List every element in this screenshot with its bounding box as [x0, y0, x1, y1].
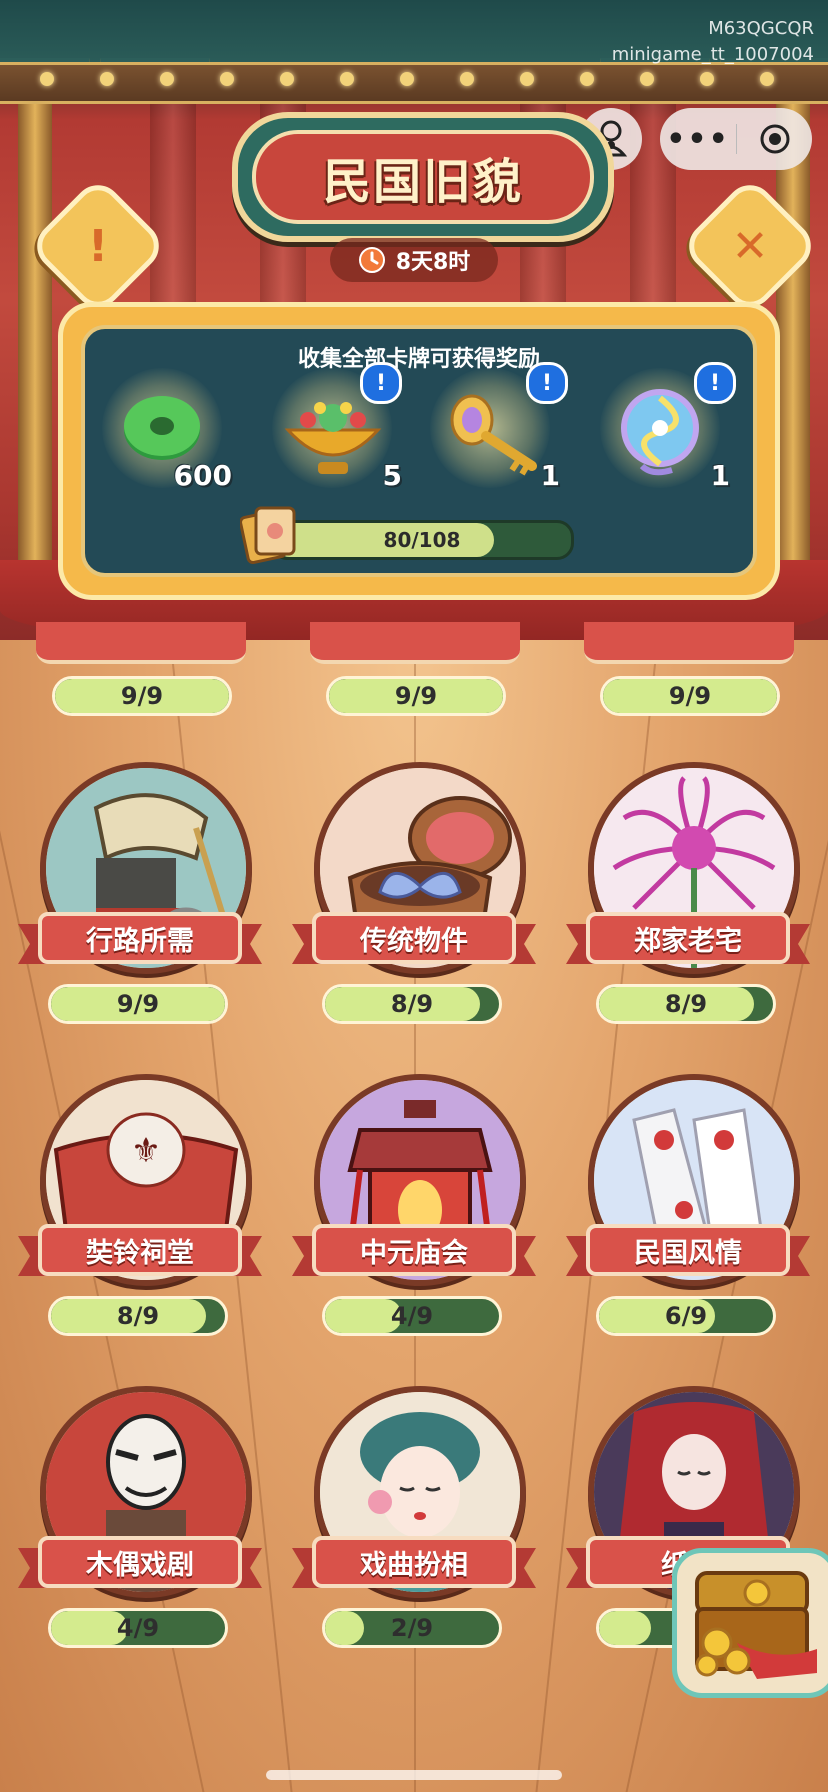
treasure-chest-icon: [695, 1571, 817, 1679]
category-card[interactable]: 中元庙会 4/9: [292, 1074, 536, 1374]
event-title: 民国旧貌: [322, 154, 523, 210]
reward-info-button[interactable]: !: [360, 362, 402, 404]
category-progress-text: 8/9: [116, 1302, 160, 1330]
reward-info-button[interactable]: !: [694, 362, 736, 404]
category-progress-text: 6/9: [664, 1302, 708, 1330]
category-progress-bar: 8/9: [48, 1296, 228, 1336]
category-progress-bar: 9/9: [48, 984, 228, 1024]
light-bulb: [520, 72, 534, 86]
category-progress-bar: 2/9: [322, 1608, 502, 1648]
light-bulb: [280, 72, 294, 86]
category-progress-text: 9/9: [668, 682, 712, 710]
home-indicator: [266, 1770, 562, 1780]
light-bulb: [220, 72, 234, 86]
event-title-plate: 民国旧貌: [232, 112, 614, 242]
target-icon: [760, 124, 789, 154]
treasure-chest-button[interactable]: [672, 1548, 828, 1698]
category-banner: 传统物件: [292, 912, 536, 968]
more-menu-button[interactable]: •••: [660, 122, 736, 157]
category-banner: 民国风情: [566, 1224, 810, 1280]
category-progress-bar: 6/9: [596, 1296, 776, 1336]
category-banner: 木偶戏剧: [18, 1536, 262, 1592]
category-name: 奘铃祠堂: [38, 1224, 242, 1276]
light-bulb: [580, 72, 594, 86]
reward-info-button[interactable]: !: [526, 362, 568, 404]
exclamation-icon: !: [87, 220, 109, 272]
light-bulb: [640, 72, 654, 86]
category-progress-text: 8/9: [664, 990, 708, 1018]
category-name: 戏曲扮相: [312, 1536, 516, 1588]
watermark-id: M63QGCQR: [708, 18, 814, 39]
category-progress-text: 8/9: [390, 990, 434, 1018]
category-progress-text: 9/9: [394, 682, 438, 710]
category-name: 民国风情: [586, 1224, 790, 1276]
light-bulb: [760, 72, 774, 86]
category-banner: 戏曲扮相: [292, 1536, 536, 1592]
title-inner: 民国旧貌: [252, 130, 594, 224]
countdown-timer: 8天8时: [330, 238, 498, 282]
category-card[interactable]: 行路所需 9/9: [18, 762, 262, 1062]
category-progress-text: 9/9: [120, 682, 164, 710]
timer-text: 8天8时: [395, 250, 471, 275]
mini-program-capsule: •••: [660, 108, 812, 170]
category-card[interactable]: 郑家老宅 8/9: [566, 762, 810, 1062]
category-name: 郑家老宅: [586, 912, 790, 964]
light-bulb: [400, 72, 414, 86]
category-progress-bar: 8/9: [596, 984, 776, 1024]
category-progress-bar: 8/9: [322, 984, 502, 1024]
category-progress-text: 4/9: [390, 1302, 434, 1330]
category-card-hidden[interactable]: 9/9: [298, 454, 538, 754]
category-progress-bar: 9/9: [600, 676, 780, 716]
light-bulb: [40, 72, 54, 86]
category-banner: 中元庙会: [292, 1224, 536, 1280]
category-card[interactable]: 木偶戏剧 4/9: [18, 1386, 262, 1686]
category-progress-bar: 9/9: [326, 676, 506, 716]
account-watermark: M63QGCQR minigame_tt_1007004: [612, 16, 814, 68]
category-card[interactable]: 民国风情 6/9: [566, 1074, 810, 1374]
exit-button[interactable]: [737, 123, 812, 155]
category-progress-text: 4/9: [116, 1614, 160, 1642]
category-card[interactable]: 戏曲扮相 2/9: [292, 1386, 536, 1686]
category-banner: 郑家老宅: [566, 912, 810, 968]
category-progress-bar: 9/9: [52, 676, 232, 716]
category-name: 传统物件: [312, 912, 516, 964]
svg-text:⚜: ⚜: [131, 1131, 161, 1171]
category-banner: 行路所需: [18, 912, 262, 968]
category-card-hidden[interactable]: 9/9: [24, 454, 264, 754]
light-bulb: [340, 72, 354, 86]
close-icon: ✕: [731, 220, 769, 272]
light-bulb: [160, 72, 174, 86]
category-card[interactable]: 传统物件 8/9: [292, 762, 536, 1062]
category-card[interactable]: ⚜ 奘铃祠堂 8/9: [18, 1074, 262, 1374]
clock-icon: [358, 247, 385, 273]
light-bulb: [460, 72, 474, 86]
watermark-game: minigame_tt_1007004: [611, 44, 814, 65]
category-progress-text: 2/9: [390, 1614, 434, 1642]
category-progress-bar: 4/9: [322, 1296, 502, 1336]
light-bulb: [700, 72, 714, 86]
category-card-hidden[interactable]: 9/9: [572, 454, 812, 754]
category-name: 中元庙会: [312, 1224, 516, 1276]
reward-count: 1: [540, 459, 560, 492]
category-progress-bar: 4/9: [48, 1608, 228, 1648]
category-progress-text: 9/9: [116, 990, 160, 1018]
category-name: 行路所需: [38, 912, 242, 964]
category-name: 木偶戏剧: [38, 1536, 242, 1588]
category-banner: 奘铃祠堂: [18, 1224, 262, 1280]
light-bulb: [100, 72, 114, 86]
